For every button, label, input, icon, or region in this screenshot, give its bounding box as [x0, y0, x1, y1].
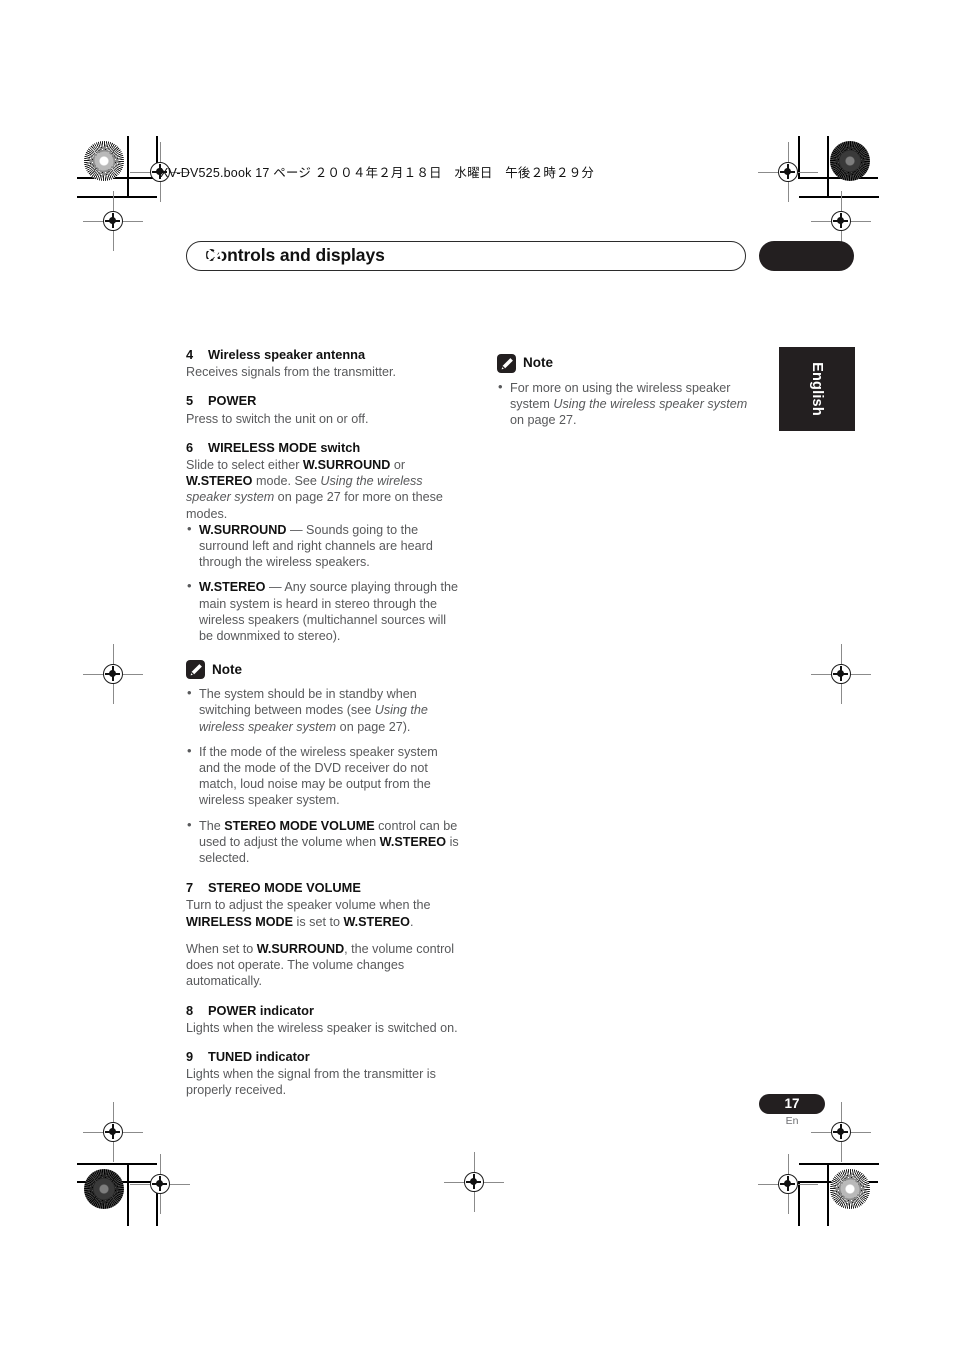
section-header: Controls and displays 02 [186, 241, 854, 273]
entry-wireless-mode-switch: 6 WIRELESS MODE switch Slide to select e… [186, 440, 462, 644]
registration-mark-top-right-lower [811, 191, 871, 251]
page-language-code: En [785, 1115, 799, 1127]
note-bullet-list-right: For more on using the wireless speaker s… [497, 379, 759, 429]
crop-mark-bottom-right-inner-vertical [798, 1181, 800, 1226]
registration-mark-bottom-right-corner [758, 1154, 818, 1214]
page-number-badge: 17 [759, 1094, 825, 1114]
print-density-target-top-right [830, 141, 870, 181]
registration-mark-top-right [758, 142, 818, 202]
crop-mark-bottom-left-inner-vertical [156, 1181, 158, 1226]
entry-body: Turn to adjust the speaker volume when t… [186, 898, 431, 929]
page-number: 17 [784, 1096, 800, 1111]
right-column: Note For more on using the wireless spea… [497, 354, 759, 443]
entry-body: Press to switch the unit on or off. [186, 411, 369, 426]
pencil-icon [497, 354, 516, 373]
registration-mark-top-left-lower [83, 191, 143, 251]
registration-mark-bottom-center [444, 1152, 504, 1212]
note-bullet-list-left: The system should be in standby when swi… [186, 685, 462, 867]
language-tab-label: English [809, 362, 825, 416]
entry-power: 5 POWER Press to switch the unit on or o… [186, 393, 462, 426]
entry-body: Slide to select either W.SURROUND or W.S… [186, 458, 443, 521]
registration-mark-right-bottom [811, 1102, 871, 1162]
entry-heading: 4 Wireless speaker antenna [186, 347, 462, 363]
crop-mark-top-left-vertical [127, 136, 129, 198]
entry-heading: 7 STEREO MODE VOLUME [186, 880, 462, 896]
registration-mark-bottom-left-corner [130, 1154, 190, 1214]
crop-mark-top-right-inner-horizontal [798, 177, 878, 179]
entry-tuned-indicator: 9 TUNED indicator Lights when the signal… [186, 1049, 462, 1099]
entry-heading: 9 TUNED indicator [186, 1049, 462, 1065]
crop-mark-bottom-right-vertical [827, 1164, 829, 1226]
entry-number: 4 [186, 347, 194, 362]
list-item: The system should be in standby when swi… [186, 685, 462, 735]
wireless-mode-bullet-list: W.SURROUND — Sounds going to the surroun… [186, 521, 462, 644]
pencil-icon [186, 660, 205, 680]
crop-mark-top-left-inner-horizontal [77, 177, 157, 179]
chapter-number: 02 [203, 245, 223, 265]
registration-mark-left-bottom [83, 1102, 143, 1162]
print-file-info: XV-DV525.book 17 ページ ２００４年２月１８日 水曜日 午後２時… [160, 166, 595, 180]
entry-number: 8 [186, 1002, 194, 1018]
list-item: For more on using the wireless speaker s… [497, 379, 759, 429]
language-tab: English [779, 347, 855, 431]
note-block-left: Note The system should be in standby whe… [186, 660, 462, 866]
entry-heading: 5 POWER [186, 393, 462, 409]
print-density-target-top-left [84, 141, 124, 181]
chapter-number-pill [759, 241, 854, 271]
left-column: 4 Wireless speaker antenna Receives sign… [186, 347, 462, 1112]
entry-number: 5 [186, 393, 194, 409]
print-density-target-bottom-left [84, 1169, 124, 1209]
crop-mark-top-left-inner-vertical [156, 136, 158, 178]
entry-title: POWER [208, 393, 257, 409]
entry-title: POWER indicator [208, 1002, 314, 1018]
entry-body: Lights when the wireless speaker is swit… [186, 1020, 458, 1035]
entry-power-indicator: 8 POWER indicator Lights when the wirele… [186, 1003, 462, 1036]
entry-heading: 8 POWER indicator [186, 1003, 462, 1019]
crop-mark-bottom-left-inner-horizontal [77, 1181, 157, 1183]
list-item: W.SURROUND — Sounds going to the surroun… [186, 521, 462, 571]
note-block-right: Note For more on using the wireless spea… [497, 354, 759, 429]
note-label: Note [212, 661, 242, 677]
printer-marks-layer [0, 0, 954, 1351]
entry-heading: 6 WIRELESS MODE switch [186, 440, 462, 456]
crop-mark-bottom-right-horizontal [799, 1163, 879, 1165]
crop-mark-bottom-right-inner-horizontal [798, 1181, 878, 1183]
registration-mark-right-middle [811, 644, 871, 704]
entry-title: Wireless speaker antenna [208, 347, 366, 362]
list-item: If the mode of the wireless speaker syst… [186, 743, 462, 809]
page-title: Controls and displays [204, 245, 385, 265]
list-item: The STEREO MODE VOLUME control can be us… [186, 817, 462, 867]
entry-number: 9 [186, 1048, 194, 1064]
note-label: Note [523, 355, 553, 371]
crop-mark-top-right-inner-vertical [798, 136, 800, 178]
crop-mark-bottom-left-horizontal [77, 1163, 157, 1165]
entry-title: TUNED indicator [208, 1048, 310, 1064]
entry-number: 6 [186, 439, 194, 455]
entry-stereo-mode-volume: 7 STEREO MODE VOLUME Turn to adjust the … [186, 880, 462, 989]
entry-number: 7 [186, 880, 194, 896]
note-heading: Note [497, 354, 759, 373]
note-heading: Note [186, 660, 462, 680]
entry-title: WIRELESS MODE switch [208, 439, 361, 455]
crop-mark-top-right-horizontal [799, 196, 879, 198]
entry-body-secondary: When set to W.SURROUND, the volume contr… [186, 941, 455, 989]
list-item: W.STEREO — Any source playing through th… [186, 578, 462, 644]
crop-mark-top-right-vertical [827, 136, 829, 198]
entry-title: STEREO MODE VOLUME [208, 880, 361, 896]
print-density-target-bottom-right [830, 1169, 870, 1209]
registration-mark-left-middle [83, 644, 143, 704]
crop-mark-bottom-left-vertical [127, 1164, 129, 1226]
entry-wireless-speaker-antenna: 4 Wireless speaker antenna Receives sign… [186, 347, 462, 380]
entry-body: Receives signals from the transmitter. [186, 365, 396, 380]
crop-mark-top-left-horizontal [77, 196, 157, 198]
entry-body: Lights when the signal from the transmit… [186, 1067, 436, 1098]
